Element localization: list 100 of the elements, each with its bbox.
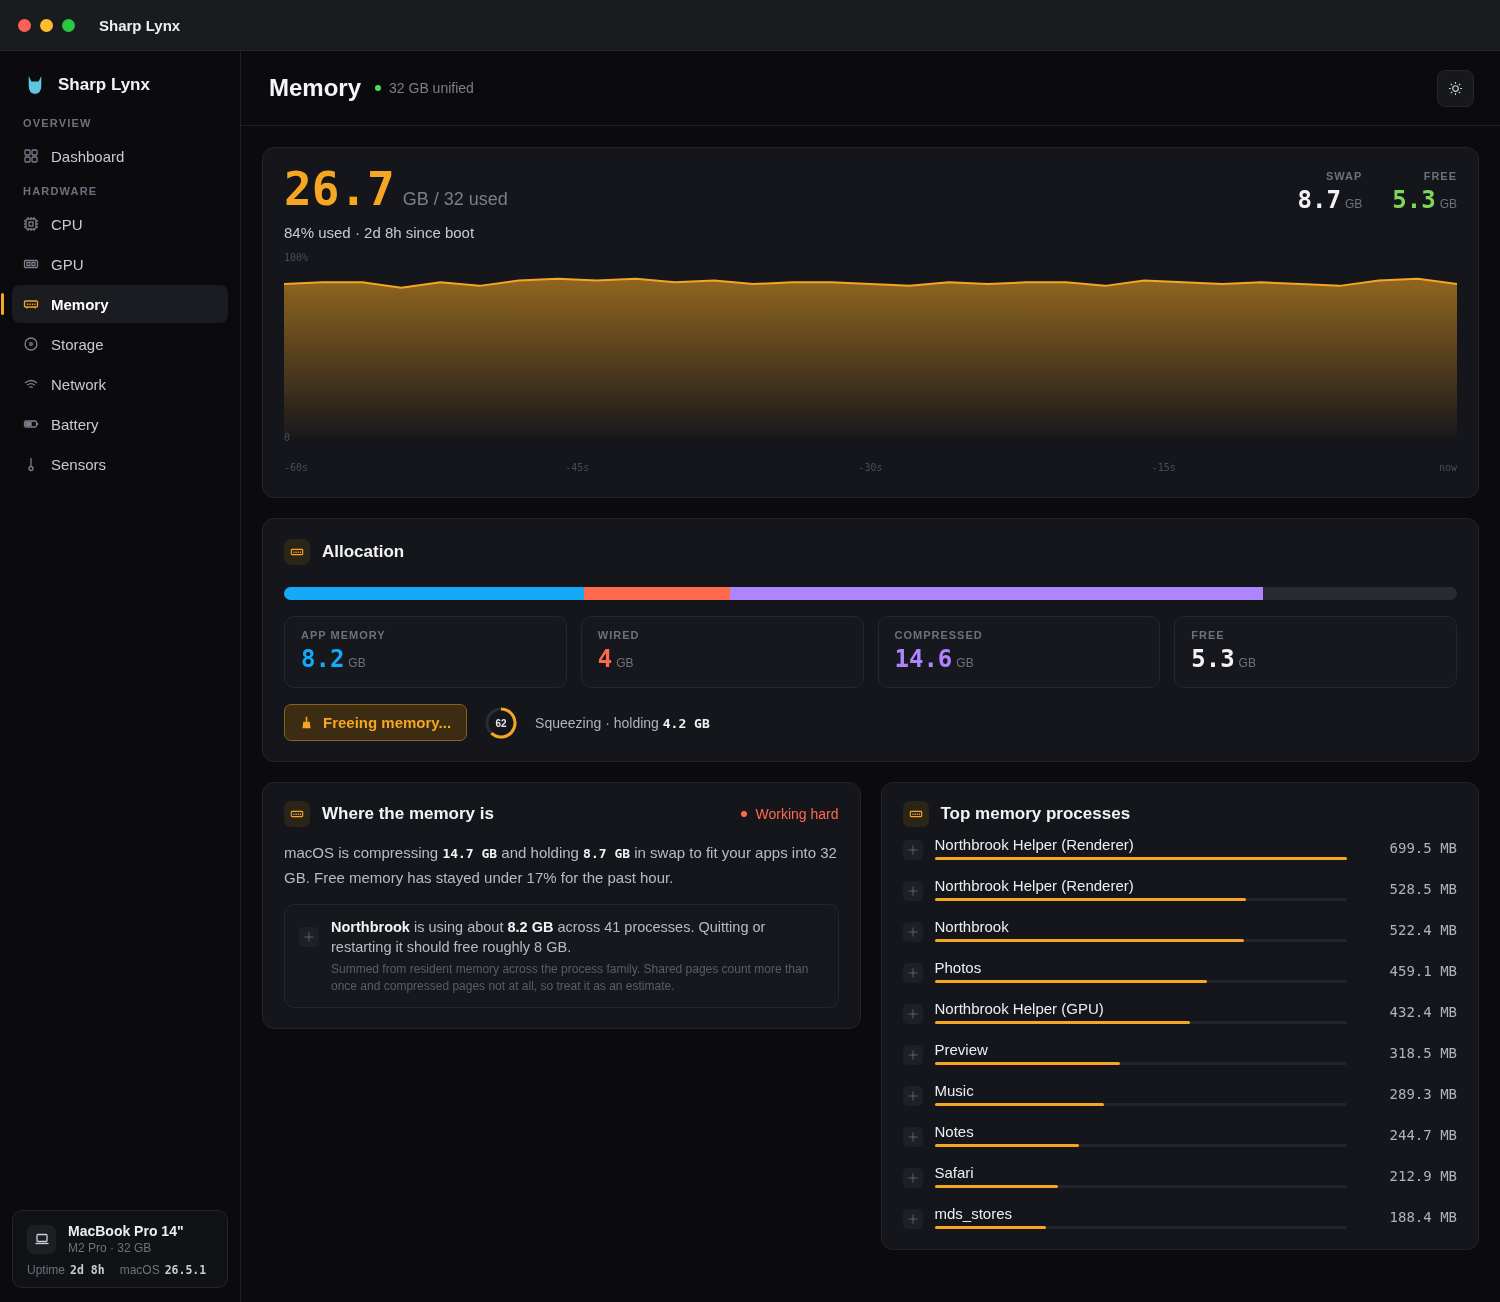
stat-label: FREE	[1422, 170, 1457, 182]
process-memory: 528.5 MB	[1388, 880, 1457, 897]
tile-value: 14.6	[894, 645, 953, 673]
x-tick-label: now	[1438, 461, 1457, 473]
sparkle-icon	[902, 1044, 923, 1065]
tile-label: COMPRESSED	[894, 629, 984, 641]
stat-unit: GB	[1344, 197, 1363, 211]
process-name: Northbrook	[934, 917, 1010, 935]
memory-icon	[284, 801, 310, 827]
sidebar-item[interactable]: CPU	[12, 205, 228, 243]
process-memory: 522.4 MB	[1388, 921, 1457, 938]
free-memory-button[interactable]: Freeing memory...	[284, 704, 468, 741]
x-tick-label: -60s	[284, 461, 309, 473]
note-detail: Summed from resident memory across the process family. Shared pages count more than once and compressed pages not at all, so treat it as an estimate.	[331, 961, 810, 995]
brush-icon	[300, 716, 313, 729]
process-name: Northbrook Helper (Renderer)	[934, 835, 1135, 853]
stat-value: 8.7	[1297, 186, 1341, 214]
tile-value: 4	[597, 645, 613, 673]
uptime-value: 2d 8h	[70, 1263, 105, 1277]
zoom-button[interactable]	[62, 18, 75, 32]
sidebar-item[interactable]: Storage	[12, 325, 228, 363]
page-subtitle: 32 GB unified	[389, 80, 474, 96]
os-version: 26.5.1	[164, 1263, 207, 1277]
memory-icon	[284, 539, 310, 565]
process-memory: 318.5 MB	[1388, 1044, 1457, 1061]
usage-summary: 84% used · 2d 8h since boot	[284, 224, 476, 241]
window-title: Sharp Lynx	[99, 16, 181, 34]
memory-icon	[902, 801, 929, 827]
theme-toggle-button[interactable]	[1437, 69, 1474, 107]
process-memory: 432.4 MB	[1388, 1003, 1457, 1020]
tile-label: WIRED	[597, 629, 641, 641]
sparkle-icon	[902, 880, 923, 901]
stat-unit: GB	[1439, 197, 1457, 211]
stat-label: SWAP	[1324, 170, 1363, 182]
sparkle-icon	[299, 927, 319, 947]
sidebar-item[interactable]: Dashboard	[12, 137, 228, 175]
sparkle-icon	[902, 1208, 923, 1229]
process-memory: 188.4 MB	[1388, 1208, 1457, 1225]
lynx-logo-icon	[26, 75, 44, 95]
device-name: MacBook Pro 14"	[68, 1223, 184, 1239]
x-tick-label: -30s	[858, 461, 883, 473]
x-tick-label: -15s	[1151, 461, 1176, 473]
status-dot-icon	[741, 811, 748, 817]
page-title: Memory	[269, 74, 362, 102]
disk-icon	[23, 336, 39, 352]
process-name: Safari	[934, 1163, 975, 1181]
process-memory: 289.3 MB	[1388, 1085, 1457, 1102]
status-dot-icon	[375, 85, 382, 91]
process-memory: 459.1 MB	[1388, 962, 1457, 979]
section-heading: HARDWARE	[22, 184, 99, 199]
close-button[interactable]	[18, 18, 31, 32]
section-heading: OVERVIEW	[22, 116, 93, 131]
os-label: macOS	[119, 1263, 160, 1277]
app-name: Sharp Lynx	[58, 75, 150, 95]
used-unit: GB / 32 used	[402, 189, 508, 210]
tile-unit: GB	[348, 656, 366, 670]
sparkle-icon	[902, 839, 923, 860]
laptop-icon	[27, 1224, 56, 1254]
sparkle-icon	[902, 921, 923, 942]
process-name: Northbrook Helper (GPU)	[934, 999, 1105, 1017]
status-label: Working hard	[755, 806, 839, 822]
process-name: Photos	[934, 958, 983, 976]
process-name: Northbrook Helper (Renderer)	[934, 876, 1135, 894]
x-tick-label: -45s	[565, 461, 590, 473]
selection-indicator	[1, 293, 4, 315]
sparkle-icon	[902, 1085, 923, 1106]
process-memory: 212.9 MB	[1388, 1167, 1457, 1184]
stat-value: 5.3	[1392, 186, 1436, 214]
sidebar-item[interactable]: Battery	[12, 405, 228, 443]
chip-icon	[23, 216, 39, 232]
process-name: mds_stores	[934, 1204, 1014, 1222]
minimize-button[interactable]	[40, 18, 53, 32]
sparkle-icon	[902, 1003, 923, 1024]
process-name: Music	[934, 1081, 975, 1099]
sidebar-item[interactable]: Sensors	[12, 445, 228, 483]
process-name: Preview	[934, 1040, 989, 1058]
tile-label: FREE	[1191, 629, 1226, 641]
sun-icon	[1448, 80, 1463, 96]
note-text: Northbrook is using about 8.2 GB across 41 processes. Quitting or restarting it should free roughly 8 GB.	[331, 918, 767, 957]
sparkle-icon	[902, 1167, 923, 1188]
y-tick-label: 100%	[284, 252, 309, 264]
card-title: Top memory processes	[940, 804, 1131, 824]
tile-unit: GB	[616, 656, 634, 670]
process-memory: 244.7 MB	[1388, 1126, 1457, 1143]
process-name: Notes	[934, 1122, 975, 1140]
card-title: Allocation	[322, 542, 405, 562]
sidebar-item[interactable]: Network	[12, 365, 228, 403]
sparkle-icon	[902, 962, 923, 983]
tile-value: 8.2	[301, 645, 345, 673]
explanation-text: macOS is compressing 14.7 GB and holding 8.7 GB in swap to fit your apps into 32 GB. Free memory has stayed under 17% for the past hour.	[284, 843, 838, 888]
used-value: 26.7	[284, 166, 395, 212]
tile-value: 5.3	[1191, 645, 1235, 673]
uptime-label: Uptime	[27, 1263, 65, 1277]
tile-unit: GB	[1238, 656, 1256, 670]
card-title: Where the memory is	[322, 804, 494, 824]
sparkle-icon	[902, 1126, 923, 1147]
device-spec: M2 Pro · 32 GB	[68, 1241, 153, 1255]
sidebar-item[interactable]: GPU	[12, 245, 228, 283]
status-text: Squeezing · holding 4.2 GB	[535, 714, 710, 731]
tile-unit: GB	[956, 656, 974, 670]
